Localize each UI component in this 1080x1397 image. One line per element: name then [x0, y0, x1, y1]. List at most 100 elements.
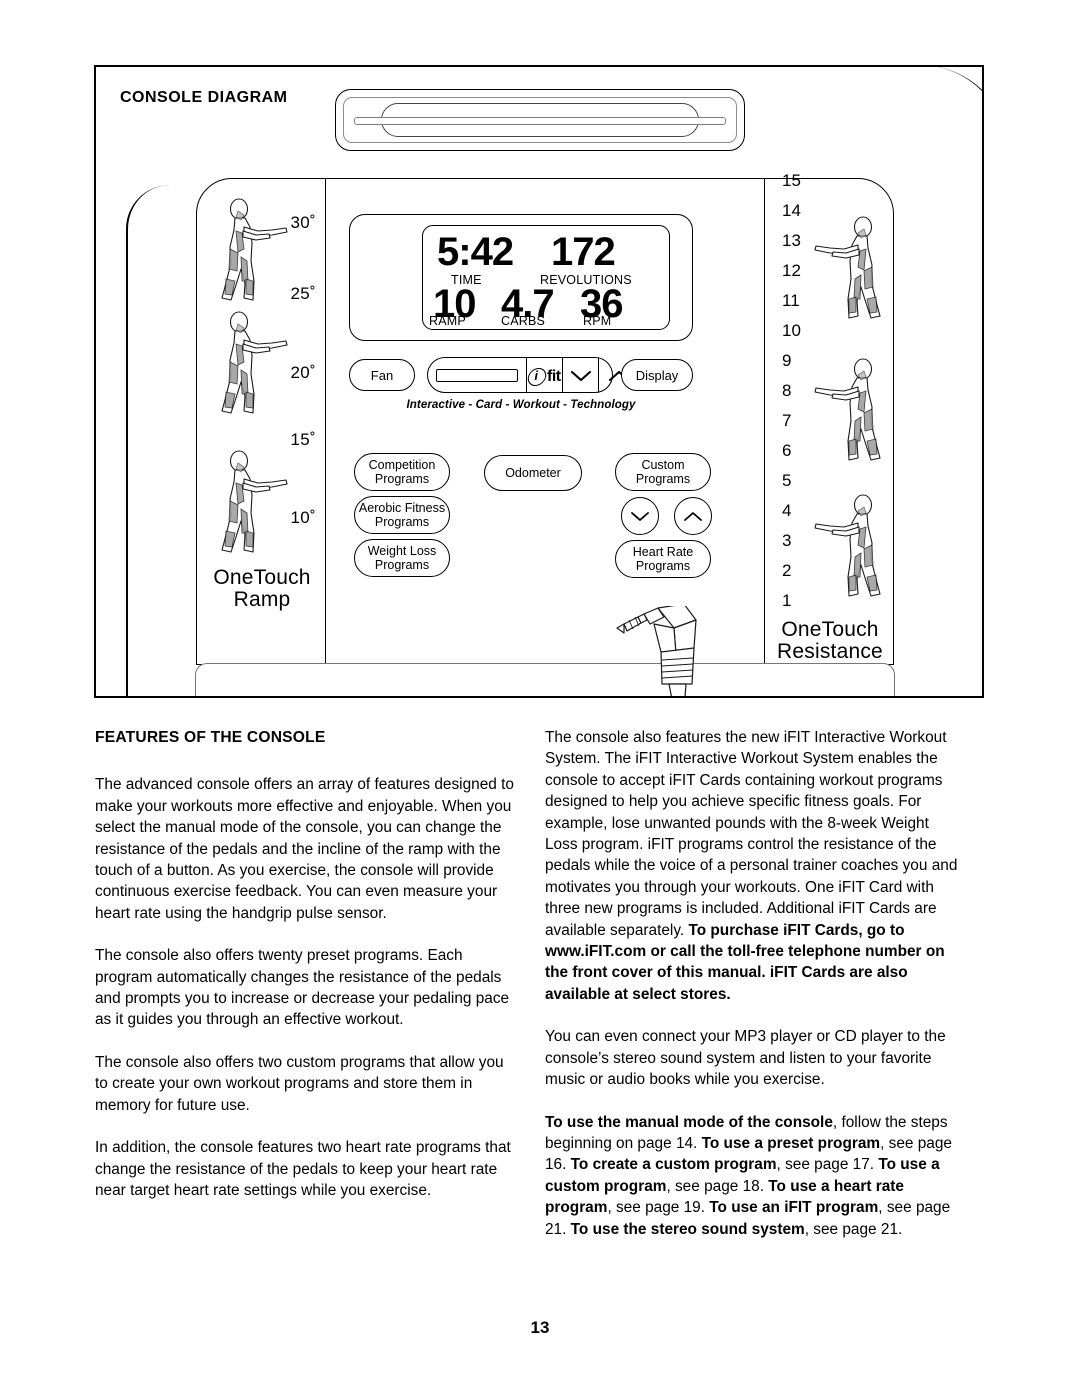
custom-programs-label-line2: Programs — [635, 472, 691, 486]
ramp-level-30: 30˚ — [290, 213, 316, 232]
book-holder — [335, 89, 745, 151]
odometer-label: Odometer — [505, 466, 561, 480]
resistance-level-4: 4 — [782, 501, 792, 520]
exerciser-figure-icon — [812, 357, 888, 469]
book-holder-slot — [354, 117, 726, 125]
aerobic-fitness-programs-button[interactable]: Aerobic Fitness Programs — [354, 496, 450, 534]
console-divider-right — [764, 179, 765, 664]
resistance-level-14: 14 — [782, 201, 801, 220]
lcd-screen: 5:42 TIME 172 REVOLUTIONS 10 RAMP 4.7 CA… — [422, 225, 670, 330]
resistance-level-12: 12 — [782, 261, 801, 280]
exerciser-figure-icon — [214, 449, 290, 561]
page-number: 13 — [530, 1318, 550, 1337]
diagram-title: CONSOLE DIAGRAM — [120, 89, 288, 106]
odometer-button[interactable]: Odometer — [484, 455, 582, 491]
ramp-label: RAMP — [429, 314, 466, 328]
paragraph: In addition, the console features two he… — [95, 1139, 511, 1199]
reference-bold-phrase: To use an iFIT program — [709, 1199, 879, 1217]
console-tray-upper — [195, 663, 895, 696]
paragraph-page-references: To use the manual mode of the console, f… — [545, 1112, 965, 1240]
exerciser-figure-icon — [812, 493, 888, 605]
paragraph: The advanced console offers an array of … — [95, 776, 514, 922]
resistance-level-6: 6 — [782, 441, 792, 460]
onetouch-resistance-column: 15 14 13 12 11 10 9 8 7 6 5 4 3 2 1 OneT… — [768, 171, 892, 664]
ifit-button-row: Fan fit Display — [349, 355, 693, 395]
right-text-column: The console also features the new iFIT I… — [545, 727, 965, 1240]
carbs-label: CARBS — [501, 314, 546, 328]
rpm-label: RPM — [583, 314, 612, 328]
chevron-down-icon[interactable] — [570, 369, 592, 383]
paragraph: The console also offers two custom progr… — [95, 1053, 504, 1114]
competition-programs-label-line2: Programs — [374, 472, 430, 486]
resistance-up-button[interactable] — [674, 497, 712, 535]
weight-loss-programs-label-line1: Weight Loss — [367, 544, 437, 558]
fan-button[interactable]: Fan — [349, 359, 415, 391]
heart-rate-programs-button[interactable]: Heart Rate Programs — [615, 540, 711, 578]
reference-normal-text: , see page 18. — [666, 1177, 769, 1195]
console-divider-left — [325, 179, 326, 664]
weight-loss-programs-label-line2: Programs — [374, 558, 430, 572]
resistance-level-8: 8 — [782, 381, 792, 400]
ifit-logo-text: fit — [547, 368, 561, 385]
console-shell-right-curve — [920, 67, 982, 695]
ifit-tagline: Interactive - Card - Workout - Technolog… — [406, 399, 636, 411]
aerobic-fitness-programs-label-line1: Aerobic Fitness — [358, 501, 446, 515]
ramp-level-10: 10˚ — [290, 508, 316, 527]
paragraph-audio: You can even connect your MP3 player or … — [545, 1028, 946, 1089]
ifit-divider-1 — [526, 358, 527, 392]
onetouch-resistance-caption-line1: OneTouch — [781, 618, 879, 641]
resistance-level-7: 7 — [782, 411, 792, 430]
display-button[interactable]: Display — [621, 359, 693, 391]
paragraph: The console also offers twenty preset pr… — [95, 947, 510, 1029]
resistance-level-10: 10 — [782, 321, 801, 340]
resistance-level-2: 2 — [782, 561, 792, 580]
reference-normal-text: , see page 21. — [804, 1220, 903, 1238]
resistance-level-1: 1 — [782, 591, 792, 610]
resistance-level-13: 13 — [782, 231, 801, 250]
exerciser-figure-icon — [214, 197, 290, 309]
ifit-card-slot[interactable] — [436, 369, 518, 382]
reference-bold-phrase: To use the manual mode of the console — [545, 1113, 833, 1131]
chevron-down-icon — [631, 511, 649, 521]
weight-loss-programs-button[interactable]: Weight Loss Programs — [354, 539, 450, 577]
resistance-level-15: 15 — [782, 171, 801, 190]
reference-bold-phrase: To create a custom program — [570, 1156, 777, 1174]
ifit-logo-ring-icon — [526, 368, 548, 386]
paragraph-ifit-system: The console also features the new iFIT I… — [545, 727, 965, 1005]
onetouch-ramp-caption-line1: OneTouch — [213, 566, 311, 589]
console-shell-left-curve — [126, 185, 170, 696]
heart-rate-programs-label-line2: Programs — [635, 559, 691, 573]
resistance-level-11: 11 — [782, 291, 800, 310]
resistance-level-9: 9 — [782, 351, 792, 370]
section-heading: FEATURES OF THE CONSOLE — [95, 729, 326, 746]
onetouch-ramp-column: 30˚ 25˚ 20˚ 15˚ 10˚ OneTouch Ramp — [200, 187, 324, 657]
reference-bold-phrase: To use a preset program — [701, 1134, 881, 1152]
ifit-divider-3 — [598, 358, 599, 392]
custom-programs-label-line1: Custom — [641, 458, 685, 472]
onetouch-resistance-caption-line2: Resistance — [777, 640, 883, 664]
onetouch-ramp-caption-line2: Ramp — [233, 588, 291, 612]
reference-normal-text: , see page 17. — [776, 1156, 879, 1174]
resistance-level-3: 3 — [782, 531, 792, 550]
left-text-column: FEATURES OF THE CONSOLE The advanced con… — [95, 727, 515, 1201]
custom-programs-button[interactable]: Custom Programs — [615, 453, 711, 491]
ifit-card-reader-group: fit — [427, 357, 630, 393]
ramp-level-15: 15˚ — [290, 430, 316, 449]
competition-programs-button[interactable]: Competition Programs — [354, 453, 450, 491]
exerciser-figure-icon — [812, 215, 888, 327]
ifit-divider-2 — [562, 358, 563, 392]
revolutions-value: 172 — [551, 230, 616, 274]
reference-bold-phrase: To use the stereo sound system — [570, 1220, 805, 1238]
headphone-jack-plug-icon — [614, 603, 714, 696]
resistance-level-5: 5 — [782, 471, 792, 490]
ifit-paragraph-normal: The console also features the new iFIT I… — [545, 729, 958, 939]
console-display-bezel: 5:42 TIME 172 REVOLUTIONS 10 RAMP 4.7 CA… — [349, 214, 693, 341]
onetouch-ramp-caption: OneTouch Ramp — [200, 566, 324, 612]
onetouch-resistance-caption: OneTouch Resistance — [768, 618, 892, 664]
time-value: 5:42 — [437, 230, 514, 274]
resistance-down-button[interactable] — [621, 497, 659, 535]
competition-programs-label-line1: Competition — [368, 458, 436, 472]
heart-rate-programs-label-line1: Heart Rate — [632, 545, 694, 559]
aerobic-fitness-programs-label-line2: Programs — [374, 515, 430, 529]
reference-normal-text: , see page 19. — [607, 1199, 710, 1217]
